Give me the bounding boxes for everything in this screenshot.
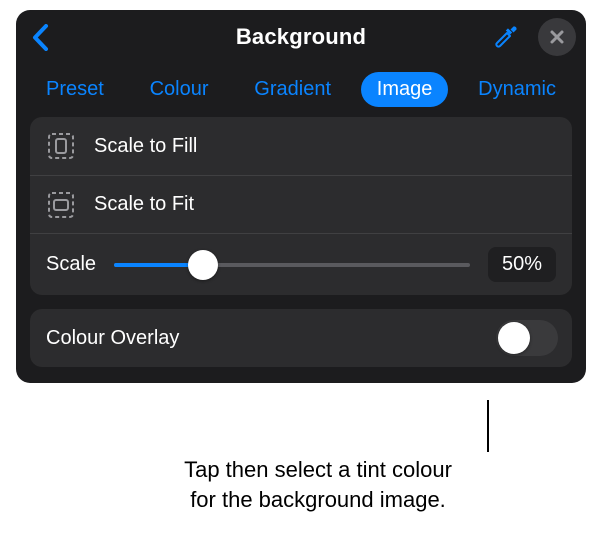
scale-label: Scale [46,253,96,276]
tab-bar: Preset Colour Gradient Image Dynamic [16,64,586,117]
overlay-label: Colour Overlay [46,327,179,350]
image-options-group: Scale to Fill Scale to Fit Scale 50% [30,117,572,295]
tab-gradient[interactable]: Gradient [238,72,347,107]
option-scale-to-fill[interactable]: Scale to Fill [30,117,572,175]
tab-colour[interactable]: Colour [134,72,225,107]
tab-dynamic[interactable]: Dynamic [462,72,572,107]
scale-slider[interactable] [114,250,470,280]
tab-preset[interactable]: Preset [30,72,120,107]
eyedropper-icon [493,24,519,50]
colour-overlay-row: Colour Overlay [30,309,572,367]
eyedropper-button[interactable] [486,17,526,57]
chevron-left-icon [32,24,49,51]
option-scale-to-fit[interactable]: Scale to Fit [30,175,572,233]
callout-leader-line [487,400,489,452]
scale-to-fill-icon [46,131,76,161]
callout-text: Tap then select a tint colour for the ba… [118,455,518,514]
background-panel: Background Preset Colour Gradient Image … [16,10,586,383]
slider-thumb[interactable] [188,250,218,280]
close-button[interactable] [538,18,576,56]
close-icon [549,29,565,45]
scale-row: Scale 50% [30,233,572,295]
colour-overlay-switch[interactable] [496,320,558,356]
option-label: Scale to Fit [94,193,194,216]
back-button[interactable] [26,17,66,57]
header-actions [486,17,576,57]
callout-line-1: Tap then select a tint colour [118,455,518,485]
scale-value[interactable]: 50% [488,247,556,282]
tab-image[interactable]: Image [361,72,449,107]
switch-knob [498,322,530,354]
scale-to-fit-icon [46,190,76,220]
option-label: Scale to Fill [94,135,197,158]
overlay-group: Colour Overlay [30,309,572,367]
callout-line-2: for the background image. [118,485,518,515]
panel-header: Background [16,10,586,64]
